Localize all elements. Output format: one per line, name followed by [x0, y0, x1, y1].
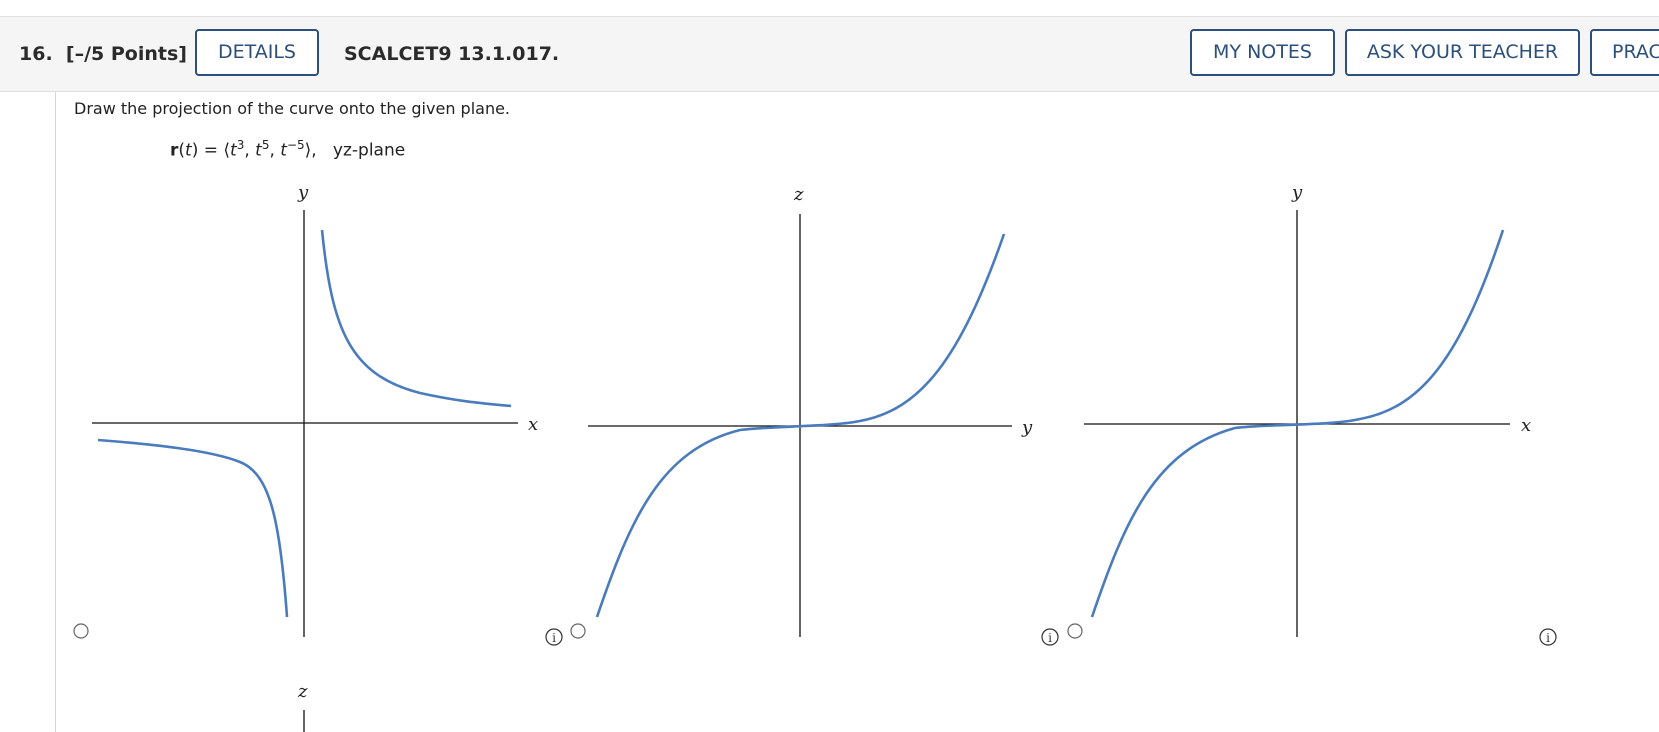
graph-a-x-label: x [528, 414, 538, 435]
graph-c-info-icon[interactable]: i [1539, 628, 1557, 646]
graph-b: y z i [570, 184, 1059, 646]
graph-a-radio-button[interactable] [73, 623, 89, 639]
graph-c-y-label: y [1291, 182, 1303, 203]
graph-a-curve-upper [320, 229, 512, 408]
graph-b-horizontal-label: y [1021, 417, 1033, 438]
graph-c: x y i [1067, 182, 1557, 646]
svg-text:i: i [1048, 631, 1052, 645]
graph-d-vertical-label: z [297, 681, 308, 702]
graph-a-curve-lower [97, 438, 289, 618]
svg-text:i: i [1546, 631, 1550, 645]
graph-a-y-label: y [297, 182, 309, 203]
graph-b-vertical-label: z [793, 184, 804, 205]
graph-b-radio-button[interactable] [570, 623, 586, 639]
graph-b-info-icon[interactable]: i [1041, 628, 1059, 646]
graph-a: x y i [73, 182, 563, 646]
graph-c-radio-button[interactable] [1067, 623, 1083, 639]
graph-a-info-icon[interactable]: i [545, 628, 563, 646]
svg-text:i: i [552, 631, 556, 645]
graph-d: z [297, 681, 308, 732]
graph-c-x-label: x [1521, 415, 1531, 436]
graph-options: x y i y z i x y i z [73, 182, 1557, 732]
